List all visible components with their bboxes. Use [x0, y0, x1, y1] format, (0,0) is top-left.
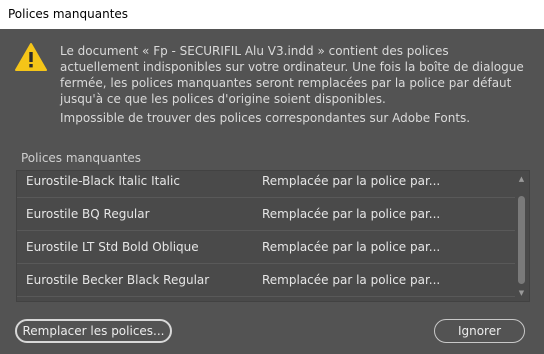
- font-row[interactable]: Eurostile-Black Italic Italic Remplacée …: [17, 171, 515, 198]
- scroll-thumb[interactable]: [518, 196, 525, 284]
- font-status: Remplacée par la police par...: [262, 174, 441, 188]
- font-status: Remplacée par la police par...: [262, 273, 441, 287]
- ignore-button[interactable]: Ignorer: [434, 319, 525, 343]
- scroll-down-arrow-icon[interactable]: ▼: [517, 289, 526, 297]
- font-name: Eurostile LT Std Bold Oblique: [26, 240, 199, 254]
- font-row[interactable]: Eurostile BQ Regular Remplacée par la po…: [17, 198, 515, 231]
- missing-fonts-message: Le document « Fp - SECURIFIL Alu V3.indd…: [60, 44, 524, 106]
- list-label: Polices manquantes: [21, 151, 142, 165]
- font-status: Remplacée par la police par...: [262, 207, 441, 221]
- adobe-fonts-message: Impossible de trouver des polices corres…: [60, 111, 471, 125]
- font-status: Remplacée par la police par...: [262, 240, 441, 254]
- font-row[interactable]: Eurostile LT Std Bold Oblique Remplacée …: [17, 231, 515, 264]
- missing-fonts-list[interactable]: Eurostile-Black Italic Italic Remplacée …: [16, 170, 530, 302]
- font-name: Eurostile-Black Italic Italic: [26, 174, 180, 188]
- font-name: Eurostile Becker Black Regular: [26, 273, 210, 287]
- font-name: Eurostile BQ Regular: [26, 207, 150, 221]
- replace-fonts-button[interactable]: Remplacer les polices...: [15, 319, 172, 343]
- dialog-title: Polices manquantes: [0, 0, 544, 29]
- font-row[interactable]: Eurostile Becker Black Regular Remplacée…: [17, 264, 515, 297]
- scroll-up-arrow-icon[interactable]: ▲: [517, 175, 526, 183]
- list-scrollbar[interactable]: ▲ ▼: [515, 172, 528, 300]
- warning-icon: [15, 43, 47, 71]
